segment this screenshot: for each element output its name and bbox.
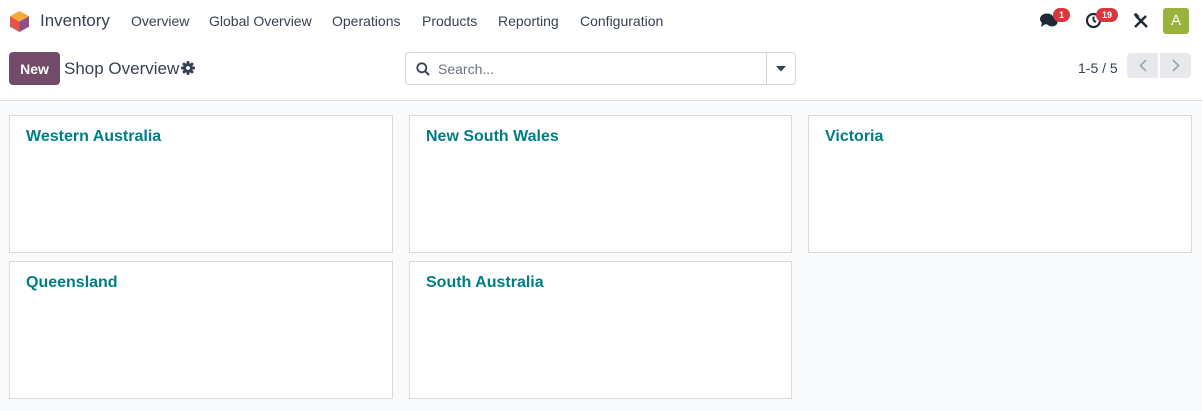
kanban-card-new-south-wales[interactable]: New South Wales <box>409 115 792 253</box>
card-title: Victoria <box>825 128 884 145</box>
card-title: New South Wales <box>426 128 559 145</box>
search-bar <box>405 52 796 85</box>
search-input[interactable] <box>438 57 758 81</box>
pager-next-button[interactable] <box>1160 53 1191 78</box>
kanban-card-south-australia[interactable]: South Australia <box>409 261 792 399</box>
nav-item-global-overview[interactable]: Global Overview <box>209 13 312 29</box>
pager-value[interactable]: 1-5 / 5 <box>1078 60 1118 76</box>
page-title: Shop Overview <box>64 59 180 78</box>
kanban-card-victoria[interactable]: Victoria <box>808 115 1192 253</box>
debug-tools-button[interactable] <box>1133 12 1149 29</box>
gear-icon[interactable] <box>181 61 195 75</box>
app-name[interactable]: Inventory <box>40 11 110 31</box>
nav-item-operations[interactable]: Operations <box>332 13 400 29</box>
user-avatar[interactable]: A <box>1163 8 1189 34</box>
card-title: South Australia <box>426 274 544 291</box>
search-icon <box>416 62 430 76</box>
app-logo-icon[interactable] <box>10 11 29 32</box>
control-panel: New Shop Overview 1-5 / 5 <box>0 42 1202 101</box>
kanban-card-queensland[interactable]: Queensland <box>9 261 393 399</box>
nav-item-products[interactable]: Products <box>422 13 477 29</box>
kanban-card-western-australia[interactable]: Western Australia <box>9 115 393 253</box>
activities-count-badge: 19 <box>1096 8 1118 22</box>
nav-item-reporting[interactable]: Reporting <box>498 13 559 29</box>
chevron-left-icon <box>1138 59 1147 72</box>
card-title: Queensland <box>26 274 118 291</box>
search-options-toggle[interactable] <box>766 53 795 84</box>
caret-down-icon <box>776 65 786 71</box>
messages-count-badge: 1 <box>1053 8 1070 22</box>
tools-icon <box>1133 12 1148 28</box>
pager-previous-button[interactable] <box>1127 53 1158 78</box>
nav-item-overview[interactable]: Overview <box>131 13 189 29</box>
main-navbar: Inventory Overview Global Overview Opera… <box>0 0 1202 42</box>
card-title: Western Australia <box>26 128 162 145</box>
nav-item-configuration[interactable]: Configuration <box>580 13 663 29</box>
chevron-right-icon <box>1171 59 1180 72</box>
new-button[interactable]: New <box>9 52 60 85</box>
